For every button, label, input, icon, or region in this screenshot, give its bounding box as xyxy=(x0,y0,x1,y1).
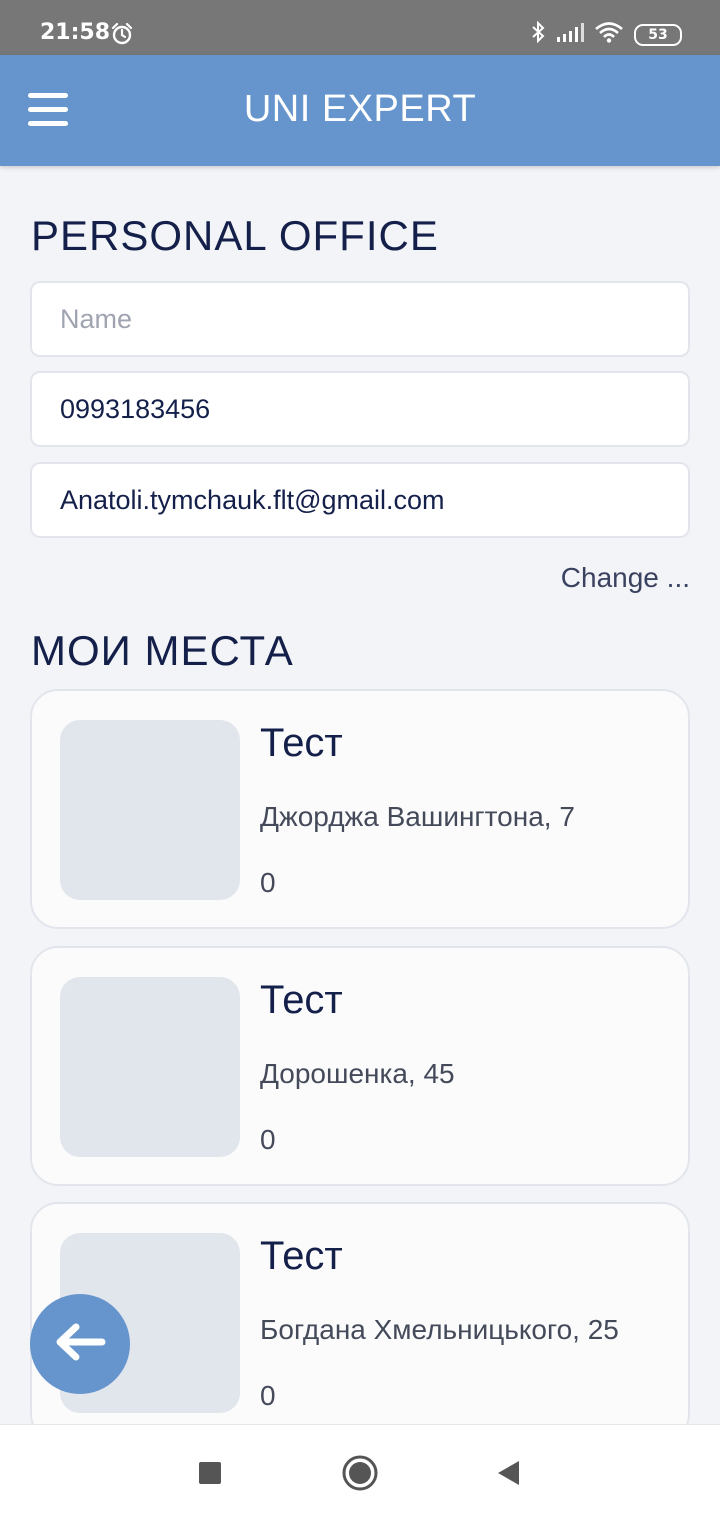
place-title: Тест xyxy=(260,1234,343,1278)
place-count: 0 xyxy=(260,1124,276,1155)
arrow-left-icon xyxy=(54,1322,106,1367)
place-thumbnail xyxy=(60,720,240,900)
recents-square-icon[interactable] xyxy=(190,1453,230,1493)
personal-office-title: PERSONAL OFFICE xyxy=(31,212,439,259)
status-icons: 53 xyxy=(530,20,682,49)
bluetooth-icon xyxy=(530,20,546,49)
place-card[interactable]: Тест Богдана Хмельницького, 25 0 xyxy=(30,1202,690,1442)
place-card[interactable]: Тест Джорджа Вашингтона, 7 0 xyxy=(30,689,690,929)
status-time: 21:58 xyxy=(40,20,111,45)
place-count: 0 xyxy=(260,1380,276,1411)
email-input[interactable] xyxy=(30,462,690,538)
battery-icon: 53 xyxy=(634,23,682,46)
place-title: Тест xyxy=(260,721,343,765)
wifi-icon xyxy=(594,21,624,48)
alarm-icon xyxy=(110,22,134,51)
place-address: Джорджа Вашингтона, 7 xyxy=(260,801,575,832)
place-address: Дорошенка, 45 xyxy=(260,1058,455,1089)
my-places-title: МОИ МЕСТА xyxy=(31,627,294,674)
name-input[interactable] xyxy=(30,281,690,357)
app-bar: UNI EXPERT xyxy=(0,55,720,166)
back-triangle-icon[interactable] xyxy=(488,1453,528,1493)
change-link[interactable]: Change ... xyxy=(561,562,690,594)
phone-input[interactable] xyxy=(30,371,690,447)
home-circle-icon[interactable] xyxy=(340,1453,380,1493)
place-card[interactable]: Тест Дорошенка, 45 0 xyxy=(30,946,690,1186)
signal-icon xyxy=(556,21,584,48)
place-count: 0 xyxy=(260,867,276,898)
status-bar: 21:58 53 xyxy=(0,0,720,55)
app-title: UNI EXPERT xyxy=(243,88,477,130)
system-nav-bar xyxy=(0,1424,720,1521)
back-fab-button[interactable] xyxy=(30,1294,130,1394)
place-title: Тест xyxy=(260,978,343,1022)
place-address: Богдана Хмельницького, 25 xyxy=(260,1314,619,1345)
place-thumbnail xyxy=(60,977,240,1157)
